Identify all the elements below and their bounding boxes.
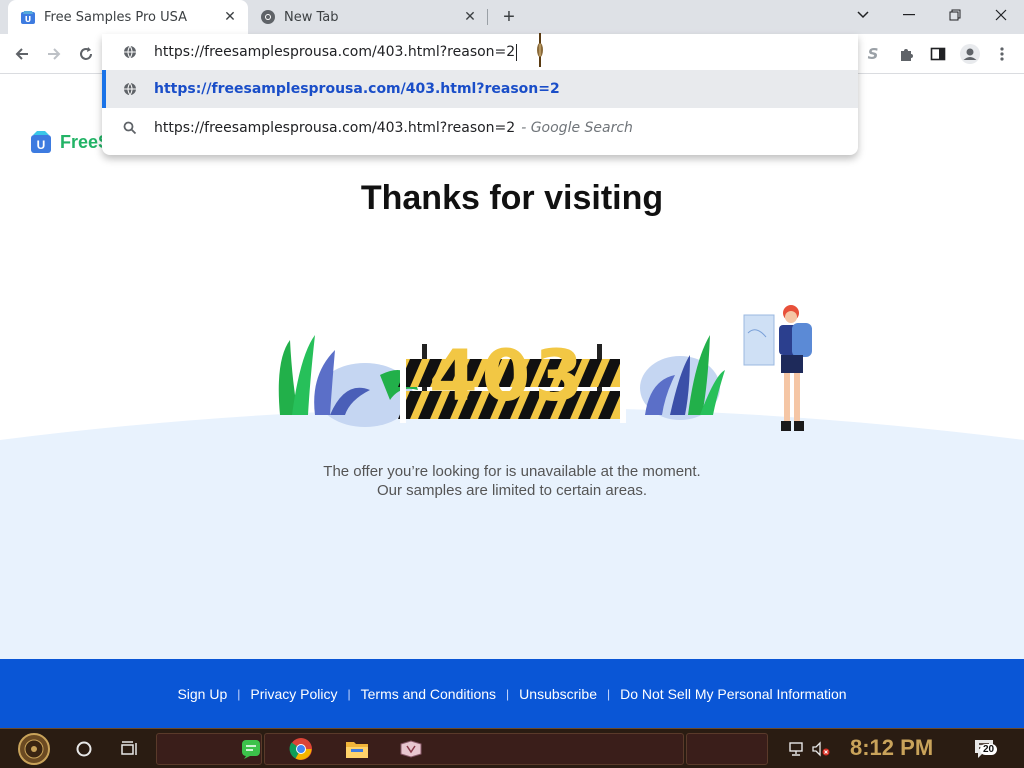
taskbar-panel (686, 733, 768, 765)
address-input-text[interactable]: https://freesamplesprousa.com/403.html?r… (154, 44, 515, 60)
footer-link-terms[interactable]: Terms and Conditions (361, 686, 496, 702)
tab-new-tab[interactable]: New Tab ✕ (250, 0, 488, 34)
mouse-cursor-icon (537, 33, 544, 71)
footer-link-sign-up[interactable]: Sign Up (177, 686, 227, 702)
taskbar: 8:12 PM 20 (0, 728, 1024, 768)
suggestion-url-text: https://freesamplesprousa.com/403.html?r… (154, 81, 560, 97)
footer-separator: | (237, 686, 241, 701)
site-favicon-icon: U (20, 9, 36, 25)
hiker-illustration (743, 305, 812, 431)
address-bar[interactable]: https://freesamplesprousa.com/403.html?r… (102, 33, 858, 71)
app-icon[interactable] (396, 734, 426, 764)
globe-icon (118, 82, 142, 96)
notification-icon[interactable]: 20 (970, 734, 1000, 764)
suggestion-url[interactable]: https://freesamplesprousa.com/403.html?r… (102, 70, 858, 108)
message-line-2: Our samples are limited to certain areas… (376, 482, 648, 499)
tab-title: New Tab (284, 9, 339, 25)
svg-text:U: U (37, 138, 46, 152)
close-window-button[interactable] (978, 0, 1024, 30)
tab-search-icon[interactable] (840, 0, 886, 30)
footer-link-do-not-sell[interactable]: Do Not Sell My Personal Information (620, 686, 846, 702)
web-page: U FreeS Thanks for visiting 403 The offe… (0, 75, 1024, 728)
page-title: Thanks for visiting (360, 179, 664, 217)
tab-strip: U Free Samples Pro USA ✕ New Tab ✕ + (0, 0, 1024, 34)
volume-muted-icon[interactable] (810, 734, 832, 764)
reload-button[interactable] (71, 39, 101, 69)
footer-separator: | (506, 686, 510, 701)
tab-title: Free Samples Pro USA (44, 9, 188, 25)
svg-text:U: U (25, 15, 32, 24)
omnibox-dropdown: https://freesamplesprousa.com/403.html?r… (102, 33, 858, 155)
footer-separator: | (347, 686, 351, 701)
profile-avatar-icon[interactable] (955, 39, 985, 69)
side-panel-icon[interactable] (923, 39, 953, 69)
tab-separator (487, 9, 488, 25)
close-tab-icon[interactable]: ✕ (460, 7, 480, 27)
close-tab-icon[interactable]: ✕ (220, 7, 240, 27)
footer: Sign Up | Privacy Policy | Terms and Con… (0, 659, 1024, 728)
footer-link-privacy[interactable]: Privacy Policy (250, 686, 337, 702)
task-view-icon[interactable] (116, 734, 144, 764)
search-icon (118, 121, 142, 135)
forward-button[interactable] (39, 39, 69, 69)
error-code: 403 (428, 335, 588, 417)
back-button[interactable] (7, 39, 37, 69)
chat-app-icon[interactable] (236, 734, 266, 764)
chrome-favicon-icon (260, 9, 276, 25)
footer-separator: | (607, 686, 611, 701)
tab-free-samples[interactable]: U Free Samples Pro USA ✕ (8, 0, 248, 34)
text-caret (516, 43, 518, 61)
search-circle-icon[interactable] (70, 734, 98, 764)
new-tab-button[interactable]: + (498, 6, 520, 28)
message-line-1: The offer you’re looking for is unavaila… (323, 463, 701, 480)
suggestion-search-hint: - Google Search (521, 120, 633, 136)
footer-link-unsubscribe[interactable]: Unsubscribe (519, 686, 597, 702)
suggestion-search[interactable]: https://freesamplesprousa.com/403.html?r… (102, 109, 858, 147)
menu-kebab-icon[interactable] (987, 39, 1017, 69)
notification-count: 20 (980, 744, 998, 755)
suggestion-search-text: https://freesamplesprousa.com/403.html?r… (154, 120, 516, 136)
extensions-puzzle-icon[interactable] (891, 39, 921, 69)
taskbar-panel (264, 733, 684, 765)
restore-button[interactable] (932, 0, 978, 30)
globe-icon (118, 45, 142, 59)
start-orb-icon[interactable] (6, 730, 62, 768)
file-explorer-icon[interactable] (342, 734, 372, 764)
taskbar-clock[interactable]: 8:12 PM (850, 735, 933, 761)
network-icon[interactable] (786, 734, 808, 764)
site-logo[interactable]: U FreeS (30, 130, 110, 154)
minimize-button[interactable] (886, 0, 932, 30)
extension-s-icon[interactable]: S (858, 39, 888, 69)
shopping-bag-logo-icon: U (31, 131, 51, 153)
chrome-icon[interactable] (286, 734, 316, 764)
